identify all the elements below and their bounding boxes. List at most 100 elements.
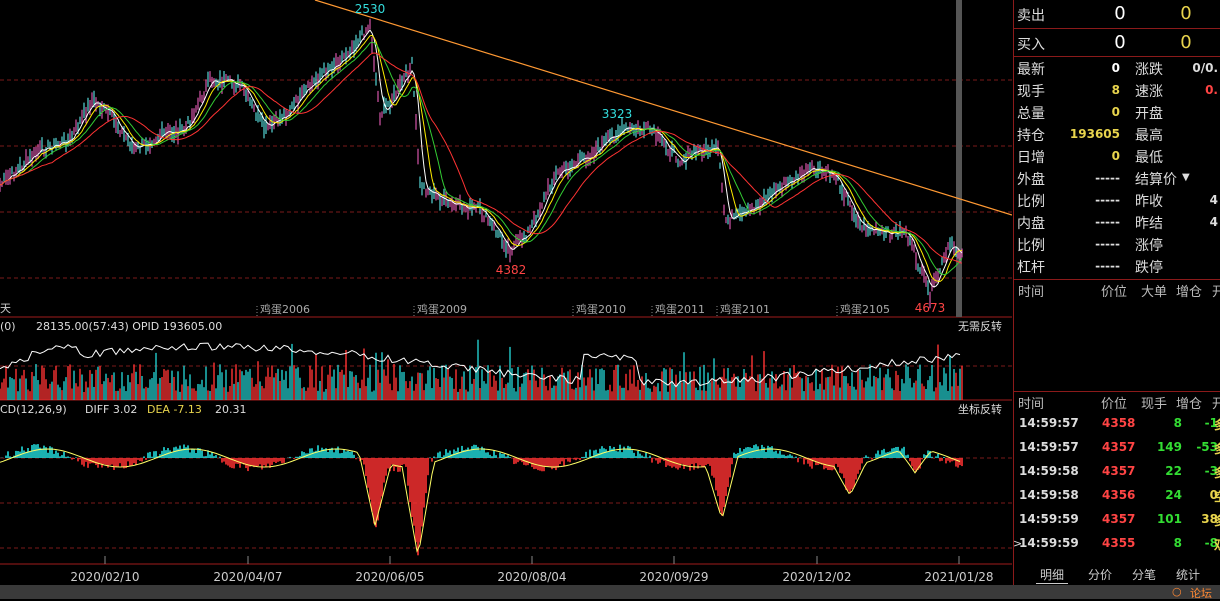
- column-header: 价位: [1101, 285, 1128, 300]
- column-header: 增仓: [1176, 397, 1203, 412]
- tick-price: 4357: [1102, 440, 1136, 454]
- quote-row: 持仓 193605 最高: [1014, 124, 1220, 146]
- status-bar: ○ 论坛: [0, 585, 1220, 600]
- tick-kind: 空: [1214, 488, 1220, 505]
- quote-label: 内盘: [1017, 216, 1045, 232]
- sell-volume: 0: [1180, 3, 1192, 24]
- tick-row: 14:59:58 4356 24 0空: [1014, 488, 1220, 510]
- search-icon[interactable]: ○: [1172, 585, 1182, 598]
- tick-kind: 多: [1214, 440, 1220, 457]
- quote-label: 结算价: [1135, 172, 1177, 188]
- column-header: 时间: [1018, 397, 1045, 412]
- contract-label: 鸡蛋2010: [576, 302, 626, 316]
- macd-diff: DIFF 3.02: [85, 403, 137, 416]
- macd-dea: DEA -7.13: [147, 403, 202, 416]
- buy-price: 0: [1114, 32, 1126, 53]
- quote-label: 杠杆: [1017, 260, 1045, 276]
- ma-line-20: [0, 41, 963, 276]
- ma-line-60: [0, 52, 963, 264]
- quote-row: 现手 8 速涨 0.: [1014, 80, 1220, 102]
- tick-price: 4357: [1102, 464, 1136, 478]
- macd-header: CD(12,26,9): [0, 403, 67, 416]
- quote-value: 0.: [1205, 83, 1218, 97]
- quote-label: 现手: [1017, 84, 1045, 100]
- quote-row: 最新 0 涨跌 0/0.: [1014, 58, 1220, 80]
- quote-value: -----: [1095, 237, 1120, 251]
- tick-kind: 多: [1214, 416, 1220, 433]
- quote-value: 193605: [1069, 127, 1120, 141]
- chevron-down-icon[interactable]: ▼: [1182, 172, 1190, 183]
- volume-header: (0): [0, 320, 16, 333]
- column-header: 价位: [1101, 397, 1128, 412]
- quote-label: 最高: [1135, 128, 1163, 144]
- macd-value: 20.31: [215, 403, 247, 416]
- price-chart[interactable]: 2530 4382 3323 4673 天 鸡蛋2006 鸡蛋2009 鸡蛋2010 鸡蛋201…: [0, 0, 1012, 585]
- contract-label: 鸡蛋2105: [840, 302, 890, 316]
- ma-line-10: [0, 34, 963, 283]
- column-header: 开: [1212, 397, 1220, 412]
- x-axis-date: 2020/02/10: [70, 570, 139, 584]
- tick-volume: 24: [1165, 488, 1182, 502]
- tick-time: 14:59:57: [1019, 440, 1079, 454]
- tick-time: 14:59:58: [1019, 488, 1079, 502]
- contract-label: 鸡蛋2009: [417, 302, 467, 316]
- quote-label: 外盘: [1017, 172, 1045, 188]
- tick-oi-change: 38: [1201, 512, 1218, 526]
- quote-row: 日增 0 最低: [1014, 146, 1220, 168]
- tick-row: 14:59:57 4357 149 -53多: [1014, 440, 1220, 462]
- tick-volume: 149: [1156, 440, 1182, 454]
- tick-kind: 多: [1214, 464, 1220, 481]
- tab-1[interactable]: 分价: [1084, 566, 1116, 583]
- tick-oi-change: -8: [1204, 536, 1218, 550]
- tick-volume: 22: [1165, 464, 1182, 478]
- tick-oi-change: -53: [1196, 440, 1218, 454]
- quote-label: 日增: [1017, 150, 1045, 166]
- tab-3[interactable]: 统计: [1172, 566, 1204, 583]
- quote-label: 昨结: [1135, 216, 1163, 232]
- quote-value: 0: [1111, 61, 1120, 75]
- tick-row: >14:59:5943558-8双: [1013, 536, 1220, 558]
- quote-label: 最低: [1135, 150, 1163, 166]
- tick-oi-change: -3: [1204, 464, 1218, 478]
- ma-line-5: [0, 29, 963, 288]
- quote-value: 0: [1111, 149, 1120, 163]
- volume-reverse-label: 无需反转: [958, 319, 1002, 333]
- quote-row: 比例 ----- 昨收 4: [1014, 190, 1220, 212]
- tab-2[interactable]: 分笔: [1128, 566, 1160, 583]
- column-header: 大单: [1141, 285, 1168, 300]
- tick-row: 14:59:57 4358 8 -1多: [1014, 416, 1220, 438]
- annotation-low-1: 4382: [496, 263, 527, 277]
- tick-price: 4358: [1102, 416, 1136, 430]
- quote-label: 比例: [1017, 194, 1045, 210]
- quote-label: 涨停: [1135, 238, 1163, 254]
- tick-oi-change: -1: [1204, 416, 1218, 430]
- tick-price: 4356: [1102, 488, 1136, 502]
- quote-value: -----: [1095, 193, 1120, 207]
- buy-volume: 0: [1180, 32, 1192, 53]
- quote-value: -----: [1095, 215, 1120, 229]
- sell-price: 0: [1114, 3, 1126, 24]
- quote-row: 内盘 ----- 昨结 4: [1014, 212, 1220, 234]
- quote-label: 昨收: [1135, 194, 1163, 210]
- tick-price: 4355: [1102, 536, 1136, 550]
- tick-oi-change: 0: [1209, 488, 1218, 502]
- contract-label: 鸡蛋2006: [260, 302, 310, 316]
- tick-time: 14:59:57: [1019, 416, 1079, 430]
- volume-stats: 28135.00(57:43) OPID 193605.00: [36, 320, 222, 333]
- tab-0[interactable]: 明细: [1036, 566, 1069, 584]
- tick-volume: 101: [1156, 512, 1182, 526]
- quote-label: 比例: [1017, 238, 1045, 254]
- quote-value: -----: [1095, 259, 1120, 273]
- column-header: 增仓: [1176, 285, 1203, 300]
- quote-label: 总量: [1017, 106, 1045, 122]
- annotation-low-2: 4673: [915, 301, 946, 315]
- cursor-band: [956, 0, 962, 317]
- tick-price: 4357: [1102, 512, 1136, 526]
- annotation-high-1: 2530: [355, 2, 386, 16]
- quote-value: -----: [1095, 171, 1120, 185]
- x-axis-date: 2020/09/29: [639, 570, 708, 584]
- quote-panel: 卖出 0 0 买入 0 0 最新 0 涨跌 0/0. 现手 8 速涨 0. 总量 0 开盘 持仓 193…: [1013, 0, 1220, 585]
- column-header: 现手: [1141, 397, 1168, 412]
- quote-row: 杠杆 ----- 跌停: [1014, 256, 1220, 278]
- quote-label: 最新: [1017, 62, 1045, 78]
